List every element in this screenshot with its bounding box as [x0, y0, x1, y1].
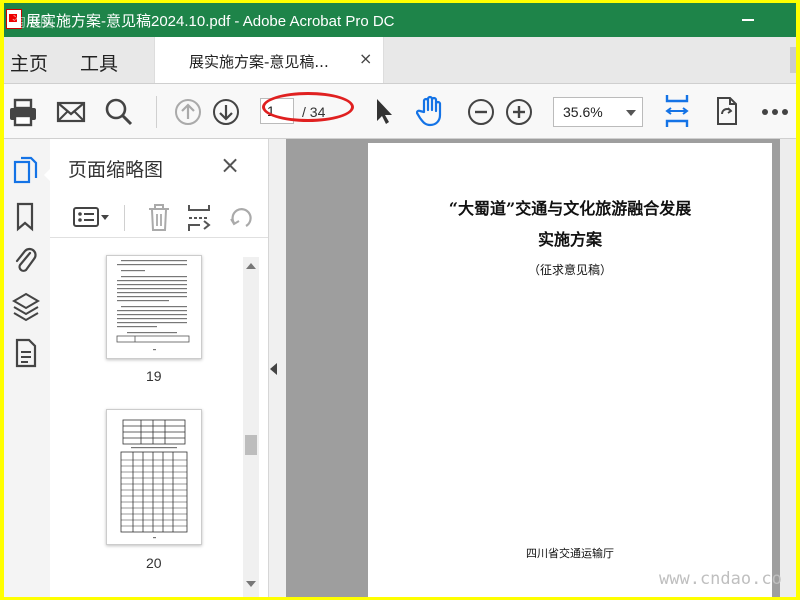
thumbnail-label-20: 20: [146, 555, 162, 571]
document-view[interactable]: “大蜀道”交通与文化旅游融合发展 实施方案 （征求意见稿） 四川省交通运输厅: [286, 139, 796, 597]
panel-toolbar: [50, 197, 268, 238]
panel-toolbar-divider: [124, 205, 125, 231]
rotate-view-button[interactable]: [712, 84, 742, 138]
fit-page-button[interactable]: [662, 84, 692, 138]
zoom-level-select[interactable]: 35.6%: [553, 97, 643, 127]
insert-page-icon: [188, 205, 211, 231]
tab-home[interactable]: 主页: [10, 49, 48, 76]
document-title-line-2: 实施方案: [537, 230, 602, 249]
window-title: 展实施方案-意见稿2024.10.pdf - Adobe Acrobat Pro…: [26, 13, 395, 30]
next-page-button[interactable]: [210, 84, 242, 138]
options-menu-icon: [73, 207, 109, 227]
thumbnail-tables: [120, 419, 188, 539]
document-scrollbar[interactable]: [780, 139, 796, 597]
tab-bar-edge: [790, 47, 796, 73]
zoom-in-button[interactable]: [504, 84, 534, 138]
minimize-button[interactable]: [738, 9, 758, 29]
site-watermark: www.cndao.co: [659, 569, 782, 589]
document-organization: 四川省交通运输厅: [526, 547, 614, 560]
chevron-down-icon: [626, 110, 636, 116]
search-icon: [105, 98, 133, 126]
rotate-icon: [717, 97, 737, 125]
search-button[interactable]: [102, 84, 138, 138]
toolbar: / 34 35.6%: [4, 84, 796, 139]
select-arrow-icon: [377, 99, 392, 124]
page-thumbnail-20[interactable]: [106, 409, 202, 545]
document-subtitle: （征求意见稿）: [527, 263, 612, 277]
document-tab-close-button[interactable]: ×: [359, 49, 372, 68]
title-bar: 淘电脑 展实施方案-意见稿2024.10.pdf - Adobe Acrobat…: [4, 3, 796, 37]
zoom-out-icon: [468, 99, 494, 125]
bookmarks-button[interactable]: [4, 195, 50, 235]
more-icon: [762, 109, 788, 115]
delete-page-button[interactable]: [146, 203, 174, 233]
tab-bar: 主页 工具 展实施方案-意见稿... ×: [4, 37, 796, 84]
tab-tools[interactable]: 工具: [80, 49, 118, 76]
zoom-in-icon: [506, 99, 532, 125]
toolbar-divider: [156, 96, 157, 128]
thumbnail-panel: 页面缩略图 × 19 20: [50, 139, 269, 597]
rotate-page-button[interactable]: [228, 203, 256, 233]
panel-close-button[interactable]: ×: [220, 151, 240, 179]
layers-icon: [12, 292, 40, 322]
more-tools-button[interactable]: [760, 84, 790, 138]
acrobat-window: 淘电脑 展实施方案-意见稿2024.10.pdf - Adobe Acrobat…: [4, 3, 796, 597]
thumbnail-text-lines: [116, 260, 190, 351]
insert-page-button[interactable]: [186, 203, 214, 233]
document-tab-label: 展实施方案-意见稿...: [189, 53, 329, 71]
red-ellipse-annotation: [262, 92, 354, 122]
page-thumbnail-19[interactable]: [106, 255, 202, 359]
scrollbar-thumb[interactable]: [245, 435, 257, 455]
scroll-up-arrow-icon[interactable]: [246, 263, 256, 269]
bookmark-icon: [16, 202, 34, 232]
document-properties-button[interactable]: [4, 331, 50, 371]
email-icon: [56, 101, 86, 123]
layers-button[interactable]: [4, 285, 50, 325]
hand-tool-button[interactable]: [414, 84, 448, 138]
scroll-down-arrow-icon[interactable]: [246, 581, 256, 587]
selection-tool-button[interactable]: [370, 84, 398, 138]
print-button[interactable]: [6, 84, 42, 138]
prev-page-icon: [175, 99, 201, 125]
panel-title: 页面缩略图: [68, 159, 164, 181]
trash-icon: [149, 204, 169, 231]
document-tab[interactable]: 展实施方案-意见稿... ×: [154, 37, 384, 83]
document-title-line-1: “大蜀道”交通与文化旅游融合发展: [448, 199, 692, 218]
thumbnail-scrollbar[interactable]: [243, 257, 259, 597]
attachment-icon: [15, 247, 37, 272]
page-thumbnails-icon: [13, 156, 38, 184]
navigation-rail: [4, 139, 52, 597]
document-properties-icon: [15, 338, 37, 368]
page-thumbnails-button[interactable]: [4, 149, 52, 189]
next-page-icon: [213, 99, 239, 125]
rotate-page-icon: [230, 208, 252, 227]
thumbnail-options-button[interactable]: [72, 203, 112, 231]
collapse-panel-arrow-icon[interactable]: [270, 363, 277, 375]
email-button[interactable]: [54, 84, 90, 138]
hand-icon: [416, 95, 442, 127]
previous-page-button[interactable]: [172, 84, 204, 138]
zoom-out-button[interactable]: [466, 84, 496, 138]
print-icon: [10, 98, 36, 127]
document-page: “大蜀道”交通与文化旅游融合发展 实施方案 （征求意见稿） 四川省交通运输厅: [368, 143, 772, 597]
zoom-level-value: 35.6%: [563, 104, 603, 120]
fit-page-icon: [665, 95, 689, 127]
thumbnail-label-19: 19: [146, 368, 162, 384]
attachments-button[interactable]: [4, 239, 50, 279]
